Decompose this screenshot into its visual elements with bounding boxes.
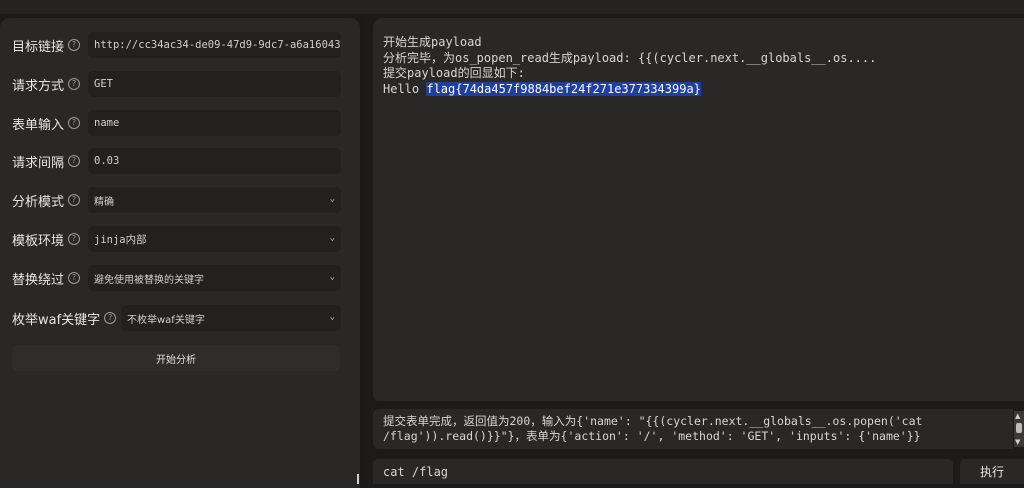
chevron-down-icon: ⌄: [329, 312, 335, 322]
template-env-row: 模板环境 ?: [12, 225, 81, 253]
output-line: Hello flag{74da457f9884bef24f271e3773343…: [383, 81, 1014, 98]
replace-bypass-value: 避免使用被替换的关键字: [94, 274, 204, 286]
output-line: 分析完毕，为os_popen_read生成payload: {{(cycler.…: [383, 50, 877, 65]
analysis-mode-select[interactable]: 精确 ⌄: [88, 187, 341, 213]
help-circle-icon[interactable]: ?: [68, 194, 81, 206]
result-line: /flag')).read()}}"}，表单为{'action': '/', '…: [383, 429, 921, 443]
analysis-mode-row: 分析模式 ?: [12, 186, 81, 214]
result-line: 提交表单完成，返回值为200，输入为{'name': "{{(cycler.ne…: [383, 414, 923, 428]
request-method-input[interactable]: GET: [88, 71, 341, 97]
chevron-down-icon: ⌄: [329, 194, 335, 204]
target-url-input[interactable]: http://cc34ac34-de09-47d9-9dc7-a6a160439…: [88, 32, 341, 58]
form-input-field[interactable]: name: [88, 110, 341, 136]
form-input-row: 表单输入 ?: [12, 109, 81, 137]
request-method-label: 请求方式: [12, 78, 65, 94]
template-env-select[interactable]: jinja内部 ⌄: [88, 226, 341, 252]
template-env-label: 模板环境: [12, 233, 65, 249]
help-circle-icon[interactable]: ?: [68, 233, 81, 245]
result-text-area[interactable]: 提交表单完成，返回值为200，输入为{'name': "{{(cycler.ne…: [373, 409, 1013, 449]
help-circle-icon[interactable]: ?: [68, 39, 81, 51]
replace-bypass-row: 替换绕过 ?: [12, 264, 81, 292]
flag-selection: flag{74da457f9884bef24f271e377334399a}: [426, 81, 701, 96]
target-url-row: 目标链接 ?: [12, 31, 81, 59]
scroll-down-icon[interactable]: ▼: [1015, 438, 1020, 446]
request-interval-input[interactable]: 0.03: [88, 148, 341, 174]
replace-bypass-label: 替换绕过: [12, 272, 65, 288]
config-panel: 目标链接 ? http://cc34ac34-de09-47d9-9dc7-a6…: [0, 18, 360, 488]
start-analysis-button[interactable]: 开始分析: [12, 345, 340, 371]
help-circle-icon[interactable]: ?: [68, 155, 81, 167]
request-interval-value: 0.03: [94, 155, 120, 167]
request-interval-row: 请求间隔 ?: [12, 147, 81, 175]
target-url-value: http://cc34ac34-de09-47d9-9dc7-a6a160439…: [94, 39, 341, 51]
scroll-up-icon[interactable]: ▲: [1015, 412, 1020, 420]
output-line: 开始生成payload: [383, 35, 482, 49]
output-console: 开始生成payload 分析完毕，为os_popen_read生成payload…: [373, 18, 1024, 401]
output-line: 提交payload的回显如下:: [383, 66, 525, 80]
enum-waf-label: 枚举waf关键字: [12, 312, 101, 328]
request-interval-label: 请求间隔: [12, 155, 65, 171]
top-bar: [0, 0, 1024, 14]
scroll-thumb[interactable]: [1016, 423, 1022, 433]
form-input-label: 表单输入: [12, 117, 65, 133]
request-method-value: GET: [94, 78, 113, 90]
panel-divider[interactable]: [360, 18, 362, 484]
analysis-mode-label: 分析模式: [12, 194, 65, 210]
command-value: cat /flag: [383, 464, 449, 479]
form-input-value: name: [94, 117, 120, 129]
request-method-row: 请求方式 ?: [12, 70, 81, 98]
replace-bypass-select[interactable]: 避免使用被替换的关键字 ⌄: [88, 265, 341, 291]
chevron-down-icon: ⌄: [329, 272, 335, 282]
target-url-label: 目标链接: [12, 39, 65, 55]
enum-waf-row: 枚举waf关键字 ?: [12, 304, 117, 332]
analysis-mode-value: 精确: [94, 196, 114, 208]
scrollbar[interactable]: ▲ ▼: [1014, 411, 1024, 447]
enum-waf-select[interactable]: 不枚举waf关键字 ⌄: [121, 305, 341, 331]
resize-handle[interactable]: [357, 474, 359, 484]
execute-button[interactable]: 执行: [960, 459, 1024, 484]
help-circle-icon[interactable]: ?: [68, 117, 81, 129]
template-env-value: jinja内部: [94, 233, 147, 246]
hello-text: Hello: [383, 81, 427, 96]
help-circle-icon[interactable]: ?: [68, 272, 81, 284]
command-input[interactable]: cat /flag: [373, 459, 953, 484]
help-circle-icon[interactable]: ?: [104, 312, 117, 324]
enum-waf-value: 不枚举waf关键字: [127, 314, 205, 326]
chevron-down-icon: ⌄: [329, 233, 335, 243]
help-circle-icon[interactable]: ?: [68, 78, 81, 90]
